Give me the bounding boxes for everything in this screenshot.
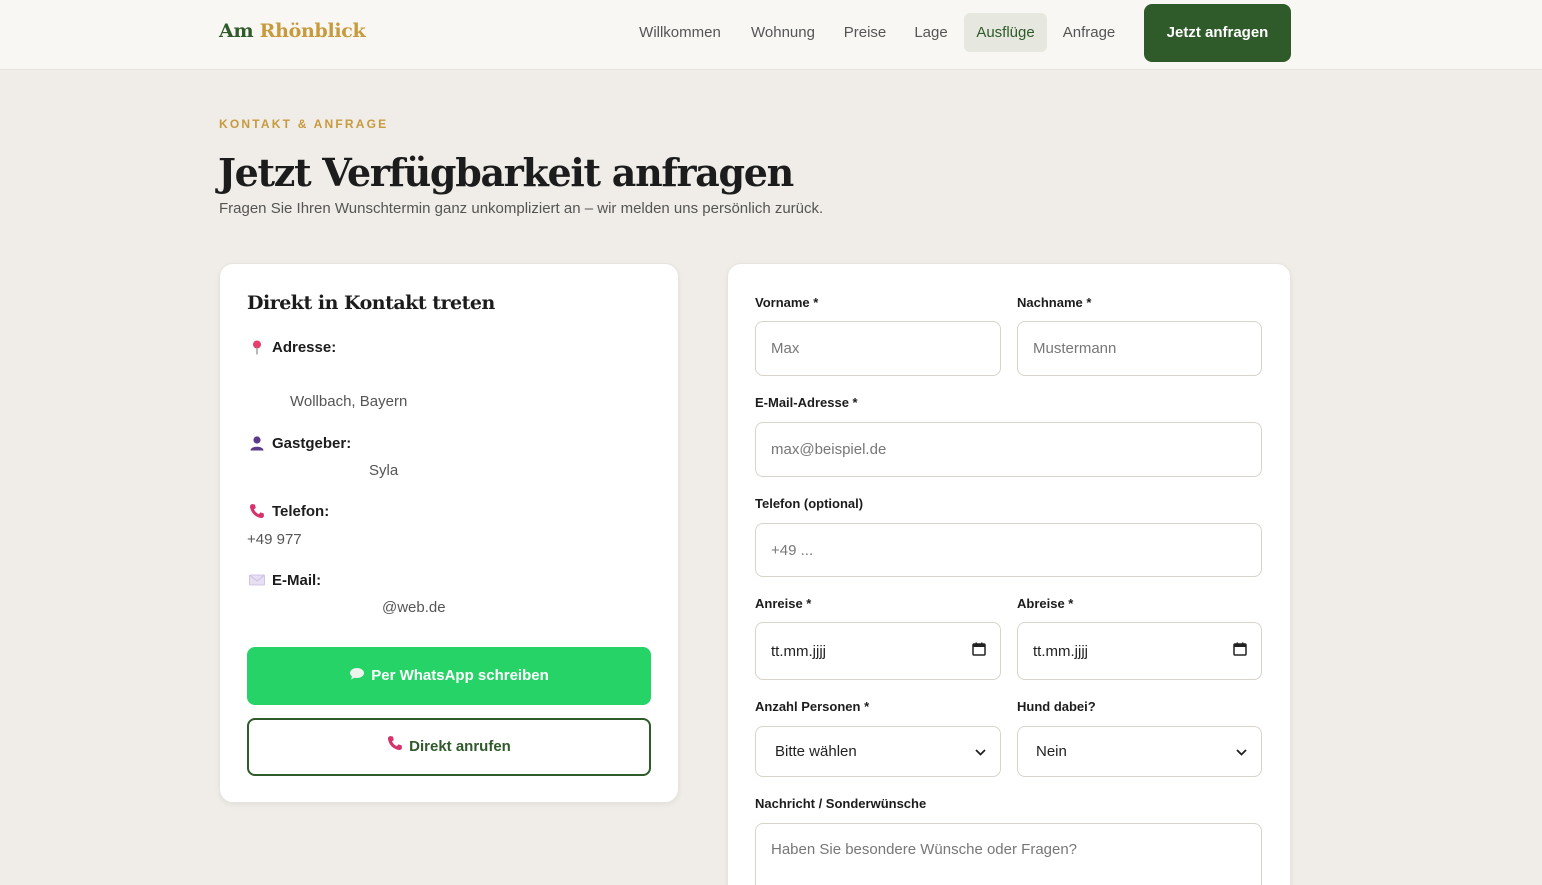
nav-item-anfrage[interactable]: Anfrage [1054, 13, 1124, 52]
calendar-icon[interactable] [972, 642, 986, 660]
departure-placeholder: tt.mm.jjjj [1033, 642, 1088, 660]
lastname-placeholder: Mustermann [1033, 340, 1117, 357]
calendar-icon[interactable] [1233, 642, 1247, 660]
message-label: Nachricht / Sonderwünsche [755, 796, 927, 811]
phone-icon [249, 503, 265, 519]
nav-item-preise[interactable]: Preise [834, 13, 896, 52]
site-header: Am Rhönblick Willkommen Wohnung Preise L… [0, 0, 1542, 70]
phone-field[interactable]: +49 ... [755, 523, 1262, 577]
persons-selected-value: Bitte wählen [775, 743, 857, 760]
firstname-input[interactable]: Max [755, 321, 1001, 376]
nav-item-lage[interactable]: Lage [905, 13, 957, 52]
chevron-down-icon [1236, 743, 1247, 760]
departure-date-input[interactable]: tt.mm.jjjj [1017, 622, 1262, 680]
call-button[interactable]: Direkt anrufen [247, 718, 651, 776]
main-nav: Willkommen Wohnung Preise Lage Ausflüge … [0, 13, 1542, 53]
mail-icon [249, 572, 265, 588]
address-label: Adresse: [272, 339, 337, 356]
phone-icon [387, 720, 403, 774]
call-button-label: Direkt anrufen [409, 738, 511, 755]
dog-label: Hund dabei? [1017, 699, 1096, 714]
page-title: Jetzt Verfügbarkeit anfragen [218, 150, 794, 195]
firstname-placeholder: Max [771, 340, 800, 357]
contact-card-title: Direkt in Kontakt treten [247, 292, 495, 314]
persons-select[interactable]: Bitte wählen [755, 726, 1001, 777]
nav-item-ausfluege[interactable]: Ausflüge [964, 13, 1047, 52]
nav-item-willkommen[interactable]: Willkommen [627, 13, 733, 52]
nav-item-wohnung[interactable]: Wohnung [741, 13, 825, 52]
departure-label: Abreise * [1017, 596, 1074, 611]
pin-icon [249, 339, 265, 355]
host-label: Gastgeber: [272, 435, 352, 452]
email-value[interactable]: @web.de [382, 599, 446, 616]
phone-field-label: Telefon (optional) [755, 496, 864, 511]
person-icon [249, 435, 265, 451]
arrival-placeholder: tt.mm.jjjj [771, 642, 826, 660]
phone-value[interactable]: +49 977 [247, 531, 302, 548]
jetzt-anfragen-button[interactable]: Jetzt anfragen [1144, 4, 1291, 62]
address-value: Wollbach, Bayern [290, 393, 408, 410]
email-field[interactable]: max@beispiel.de [755, 422, 1262, 477]
message-placeholder: Haben Sie besondere Wünsche oder Fragen? [771, 841, 1078, 858]
page-subtitle: Fragen Sie Ihren Wunschtermin ganz unkom… [219, 200, 824, 217]
whatsapp-button[interactable]: Per WhatsApp schreiben [247, 647, 651, 705]
arrival-label: Anreise * [755, 596, 812, 611]
persons-label: Anzahl Personen * [755, 699, 870, 714]
dog-select[interactable]: Nein [1017, 726, 1262, 777]
phone-label: Telefon: [272, 503, 330, 520]
dog-selected-value: Nein [1036, 743, 1067, 760]
firstname-label: Vorname * [755, 295, 819, 310]
lastname-input[interactable]: Mustermann [1017, 321, 1262, 376]
arrival-date-input[interactable]: tt.mm.jjjj [755, 622, 1001, 680]
chevron-down-icon [975, 743, 986, 760]
email-field-label: E-Mail-Adresse * [755, 395, 858, 410]
email-placeholder: max@beispiel.de [771, 441, 887, 458]
lastname-label: Nachname * [1017, 295, 1092, 310]
phone-placeholder: +49 ... [771, 541, 814, 559]
section-eyebrow: KONTAKT & ANFRAGE [219, 117, 389, 131]
message-textarea[interactable]: Haben Sie besondere Wünsche oder Fragen? [755, 823, 1262, 885]
email-label: E-Mail: [272, 572, 322, 589]
speech-bubble-icon [349, 647, 365, 705]
whatsapp-button-label: Per WhatsApp schreiben [371, 667, 549, 684]
host-value: Syla [369, 462, 399, 479]
